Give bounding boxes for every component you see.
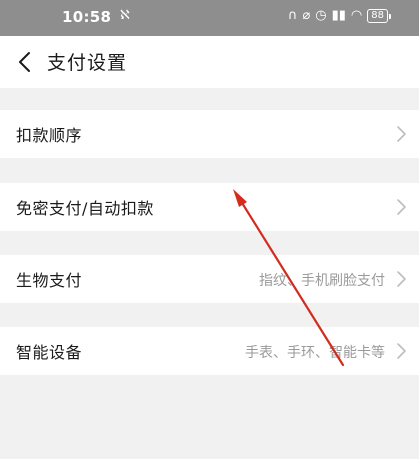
- chevron-right-icon: [397, 199, 406, 215]
- signal-icon: ▮▮: [331, 8, 346, 23]
- battery-level: 88: [367, 9, 388, 23]
- headphones-icon: ∩: [287, 8, 298, 23]
- wifi-icon: ◠: [350, 8, 363, 23]
- row-value: 手表、手环、智能卡等: [245, 345, 385, 361]
- biometric-payment-row[interactable]: 生物支付 指纹、手机刷脸支付: [0, 255, 419, 303]
- deduction-order-row[interactable]: 扣款顺序: [0, 110, 419, 158]
- row-label: 扣款顺序: [16, 126, 83, 145]
- back-icon[interactable]: [14, 50, 36, 74]
- notification-app-icon: ℵ: [120, 8, 130, 23]
- status-icons: ∩ ⌀ ◷ ▮▮ ◠ 88: [288, 8, 391, 24]
- chevron-right-icon: [397, 343, 406, 359]
- password-free-payment-row[interactable]: 免密支付/自动扣款: [0, 183, 419, 231]
- app-header: 支付设置: [0, 36, 419, 88]
- chevron-right-icon: [397, 126, 406, 142]
- mute-icon: ⌀: [302, 8, 311, 23]
- row-value: 指纹、手机刷脸支付: [259, 273, 385, 289]
- status-bar: 10:58 ℵ ∩ ⌀ ◷ ▮▮ ◠ 88: [0, 0, 419, 36]
- page-title: 支付设置: [47, 52, 128, 74]
- battery-icon: 88: [367, 9, 391, 23]
- row-label: 智能设备: [16, 343, 83, 362]
- status-time: 10:58: [62, 8, 112, 26]
- alarm-icon: ◷: [315, 8, 327, 23]
- chevron-right-icon: [397, 271, 406, 287]
- smart-devices-row[interactable]: 智能设备 手表、手环、智能卡等: [0, 327, 419, 375]
- row-label: 生物支付: [16, 271, 83, 290]
- row-label: 免密支付/自动扣款: [16, 199, 154, 218]
